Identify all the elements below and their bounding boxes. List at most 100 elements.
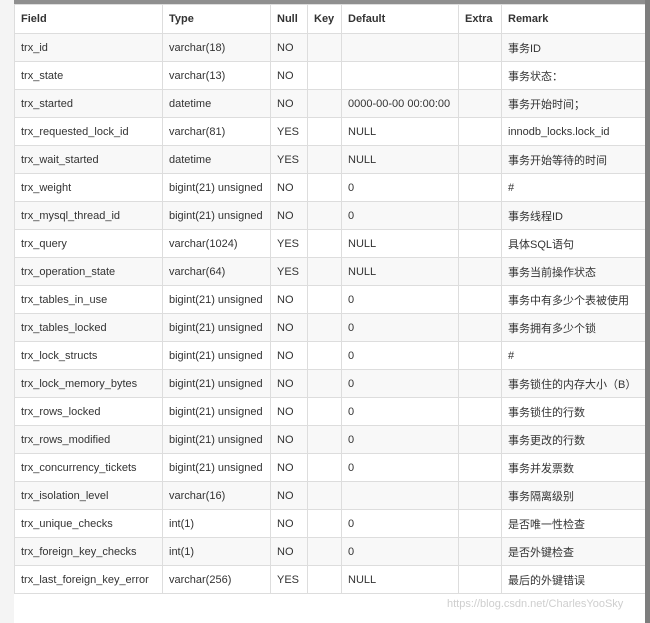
cell-default: 0 [341,453,459,482]
cell-key [307,481,342,510]
cell-type: bigint(21) unsigned [162,173,271,202]
background-page-strip [0,0,14,623]
cell-null: NO [270,537,308,566]
cell-default: NULL [341,565,459,594]
cell-key [307,33,342,62]
cell-extra [458,145,502,174]
column-header-remark: Remark [501,4,645,34]
table-row: trx_unique_checks int(1) NO 0 是否唯一性检查 [14,509,645,538]
cell-type: varchar(16) [162,481,271,510]
cell-remark: 事务线程ID [501,201,645,230]
cell-remark: 事务状态： [501,61,645,90]
cell-key [307,117,342,146]
background-edge [645,0,650,623]
cell-key [307,89,342,118]
cell-remark: 事务中有多少个表被使用 [501,285,645,314]
table-row: trx_query varchar(1024) YES NULL 具体SQL语句 [14,229,645,258]
cell-key [307,313,342,342]
cell-key [307,369,342,398]
cell-key [307,397,342,426]
cell-remark: 事务当前操作状态 [501,257,645,286]
cell-key [307,173,342,202]
column-header-field: Field [14,4,163,34]
cell-null: YES [270,145,308,174]
cell-key [307,509,342,538]
cell-remark: # [501,173,645,202]
cell-key [307,565,342,594]
cell-key [307,145,342,174]
cell-field: trx_rows_locked [14,397,163,426]
cell-default: 0 [341,425,459,454]
cell-default: NULL [341,117,459,146]
cell-remark: 事务ID [501,33,645,62]
table-row: trx_started datetime NO 0000-00-00 00:00:00… [14,89,645,118]
cell-null: NO [270,397,308,426]
table-row: trx_wait_started datetime YES NULL 事务开始等待的时间 [14,145,645,174]
cell-field: trx_unique_checks [14,509,163,538]
cell-type: bigint(21) unsigned [162,369,271,398]
cell-remark: 事务开始等待的时间 [501,145,645,174]
cell-remark: 事务拥有多少个锁 [501,313,645,342]
cell-type: datetime [162,145,271,174]
cell-default: 0 [341,285,459,314]
cell-default: 0 [341,369,459,398]
cell-type: int(1) [162,509,271,538]
cell-default: NULL [341,257,459,286]
cell-key [307,229,342,258]
cell-type: bigint(21) unsigned [162,313,271,342]
cell-field: trx_operation_state [14,257,163,286]
cell-extra [458,425,502,454]
cell-extra [458,33,502,62]
watermark-text: https://blog.csdn.net/CharlesYooSky [447,598,624,610]
cell-null: NO [270,453,308,482]
cell-extra [458,173,502,202]
cell-extra [458,285,502,314]
cell-extra [458,313,502,342]
cell-null: NO [270,201,308,230]
cell-type: varchar(18) [162,33,271,62]
cell-extra [458,565,502,594]
cell-extra [458,257,502,286]
cell-default [341,33,459,62]
cell-field: trx_concurrency_tickets [14,453,163,482]
cell-key [307,285,342,314]
cell-type: bigint(21) unsigned [162,425,271,454]
table-row: trx_rows_locked bigint(21) unsigned NO 0 事务锁… [14,397,645,426]
cell-default: 0000-00-00 00:00:00 [341,89,459,118]
cell-null: YES [270,565,308,594]
cell-key [307,61,342,90]
schema-table: Field Type Null Key Default Extra Remark trx_i… [14,4,645,594]
cell-remark: 事务锁住的内存大小（B） [501,369,645,398]
cell-default [341,481,459,510]
cell-null: NO [270,481,308,510]
cell-remark: 事务更改的行数 [501,425,645,454]
column-header-extra: Extra [458,4,502,34]
cell-default: 0 [341,509,459,538]
table-row: trx_tables_locked bigint(21) unsigned NO 0 事… [14,313,645,342]
cell-default: 0 [341,313,459,342]
table-row: trx_lock_structs bigint(21) unsigned NO 0 # [14,341,645,370]
cell-type: varchar(1024) [162,229,271,258]
cell-key [307,453,342,482]
cell-default [341,61,459,90]
cell-default: 0 [341,537,459,566]
table-row: trx_id varchar(18) NO 事务ID [14,33,645,62]
cell-extra [458,453,502,482]
cell-extra [458,481,502,510]
cell-field: trx_weight [14,173,163,202]
column-header-default: Default [341,4,459,34]
cell-field: trx_rows_modified [14,425,163,454]
cell-type: bigint(21) unsigned [162,341,271,370]
table-row: trx_last_foreign_key_error varchar(256) YE… [14,565,645,594]
cell-type: bigint(21) unsigned [162,285,271,314]
cell-null: NO [270,425,308,454]
cell-field: trx_tables_in_use [14,285,163,314]
table-row: trx_state varchar(13) NO 事务状态： [14,61,645,90]
cell-remark: 事务锁住的行数 [501,397,645,426]
cell-remark: 是否外键检查 [501,537,645,566]
cell-type: int(1) [162,537,271,566]
cell-type: bigint(21) unsigned [162,453,271,482]
cell-field: trx_wait_started [14,145,163,174]
cell-type: varchar(81) [162,117,271,146]
cell-remark: 事务隔离级别 [501,481,645,510]
